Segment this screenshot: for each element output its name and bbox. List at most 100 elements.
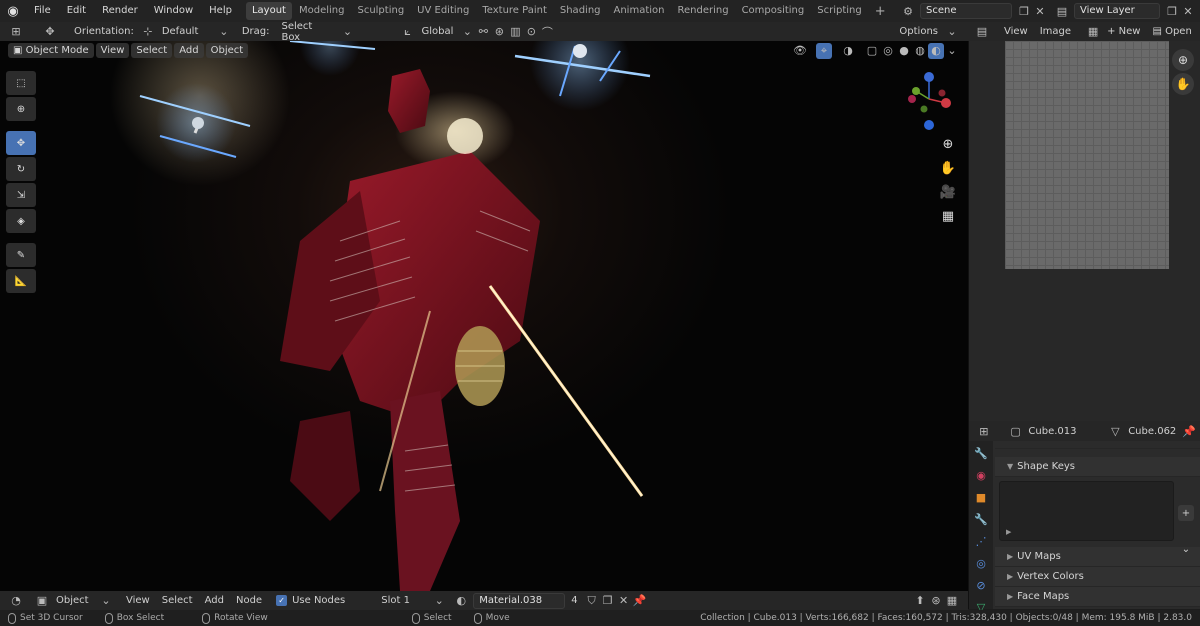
- image-menu-view[interactable]: View: [998, 26, 1034, 37]
- close-view-layer-icon[interactable]: ✕: [1180, 3, 1196, 19]
- material-shading-icon[interactable]: ◍: [912, 43, 928, 59]
- add-shape-key-icon[interactable]: +: [1178, 505, 1194, 521]
- image-browse-icon[interactable]: ▦: [1085, 24, 1101, 40]
- scene-field[interactable]: Scene: [920, 3, 1012, 19]
- measure-tool-icon[interactable]: 📐: [6, 269, 36, 293]
- tab-scripting[interactable]: Scripting: [811, 2, 867, 20]
- slot-dropdown[interactable]: Slot 1: [375, 595, 431, 606]
- falloff-icon[interactable]: ⌒: [539, 24, 555, 40]
- open-image-button[interactable]: ▤ Open: [1146, 26, 1197, 37]
- pin-icon[interactable]: 📌: [632, 593, 648, 609]
- menu-file[interactable]: File: [26, 0, 59, 22]
- mode-dropdown[interactable]: ▣ Object Mode: [8, 43, 94, 58]
- navigation-gizmo[interactable]: [904, 71, 954, 131]
- tab-uv-editing[interactable]: UV Editing: [411, 2, 475, 20]
- tab-animation[interactable]: Animation: [608, 2, 671, 20]
- shader-menu-node[interactable]: Node: [230, 595, 268, 606]
- shader-menu-add[interactable]: Add: [199, 595, 230, 606]
- editor-type-icon[interactable]: ⊞: [8, 24, 24, 40]
- view-layer-icon[interactable]: ▤: [1054, 3, 1070, 19]
- shader-menu-select[interactable]: Select: [156, 595, 199, 606]
- properties-type-icon[interactable]: ⊞: [977, 423, 991, 439]
- image-pan-hand-icon[interactable]: ✋: [1172, 73, 1194, 95]
- menu-view[interactable]: View: [95, 43, 130, 58]
- tab-modeling[interactable]: Modeling: [293, 2, 351, 20]
- blender-logo-icon[interactable]: ◉: [0, 4, 26, 19]
- shape-keys-list[interactable]: ▶: [999, 481, 1174, 541]
- transform-space-dropdown[interactable]: Global: [415, 26, 459, 37]
- zoom-icon[interactable]: ⊕: [936, 132, 960, 156]
- visibility-eye-icon[interactable]: 👁: [792, 43, 808, 59]
- overlay-icon[interactable]: ◑: [840, 43, 856, 59]
- object-tab-icon[interactable]: ■: [971, 487, 991, 507]
- unlink-material-icon[interactable]: ✕: [616, 593, 632, 609]
- ortho-grid-icon[interactable]: ▦: [936, 204, 960, 228]
- image-editor[interactable]: ⊕ ✋: [968, 41, 1200, 421]
- view-layer-field[interactable]: View Layer: [1074, 3, 1160, 19]
- tab-rendering[interactable]: Rendering: [671, 2, 734, 20]
- add-workspace-icon[interactable]: +: [869, 4, 892, 19]
- scene-tab-icon[interactable]: ◉: [971, 465, 991, 485]
- menu-render[interactable]: Render: [94, 0, 146, 22]
- image-zoom-icon[interactable]: ⊕: [1172, 49, 1194, 71]
- shape-keys-panel[interactable]: ▼ Shape Keys: [995, 457, 1200, 477]
- snap-icon[interactable]: ⊛: [491, 24, 507, 40]
- constraints-tab-icon[interactable]: ⊘: [971, 575, 991, 595]
- menu-add[interactable]: Add: [174, 43, 204, 58]
- annotate-tool-icon[interactable]: ✎: [6, 243, 36, 267]
- tab-texture-paint[interactable]: Texture Paint: [476, 2, 553, 20]
- solid-shading-icon[interactable]: ●: [896, 43, 912, 59]
- 3d-viewport[interactable]: ⬚ ⊕ ✥ ↻ ⇲ ◈ ✎ 📐 ⊕ ✋ 🎥 ▦: [0, 41, 968, 591]
- snap-toggle-icon[interactable]: ⊛: [928, 593, 944, 609]
- list-expand-icon[interactable]: ▶: [1006, 528, 1011, 536]
- vertex-colors-panel[interactable]: ▶ Vertex Colors: [995, 567, 1200, 587]
- fake-user-shield-icon[interactable]: ⛉: [584, 593, 600, 609]
- face-maps-panel[interactable]: ▶ Face Maps: [995, 587, 1200, 607]
- xray-icon[interactable]: ▢: [864, 43, 880, 59]
- pan-hand-icon[interactable]: ✋: [936, 156, 960, 180]
- image-menu-image[interactable]: Image: [1034, 26, 1077, 37]
- shader-menu-view[interactable]: View: [120, 595, 156, 606]
- scale-tool-icon[interactable]: ⇲: [6, 183, 36, 207]
- menu-window[interactable]: Window: [146, 0, 201, 22]
- transform-tool-icon[interactable]: ◈: [6, 209, 36, 233]
- copy-scene-icon[interactable]: ❐: [1016, 3, 1032, 19]
- modifier-tab-icon[interactable]: 🔧: [971, 509, 991, 529]
- proportional-edit-icon[interactable]: ⊙: [523, 24, 539, 40]
- pin-icon[interactable]: 📌: [1182, 423, 1196, 439]
- camera-icon[interactable]: 🎥: [936, 180, 960, 204]
- duplicate-material-icon[interactable]: ❐: [600, 593, 616, 609]
- new-image-button[interactable]: + New: [1101, 26, 1146, 37]
- material-browse-icon[interactable]: ◐: [453, 593, 469, 609]
- scene-icon[interactable]: ⚙: [900, 3, 916, 19]
- copy-view-layer-icon[interactable]: ❐: [1164, 3, 1180, 19]
- snap-target-icon[interactable]: ▥: [507, 24, 523, 40]
- particles-tab-icon[interactable]: ⋰: [971, 531, 991, 551]
- move-tool-icon[interactable]: ✥: [6, 131, 36, 155]
- rotate-tool-icon[interactable]: ↻: [6, 157, 36, 181]
- wireframe-shading-icon[interactable]: ◎: [880, 43, 896, 59]
- tab-compositing[interactable]: Compositing: [736, 2, 811, 20]
- tool-tab-icon[interactable]: 🔧: [971, 443, 991, 463]
- menu-select[interactable]: Select: [131, 43, 173, 58]
- image-editor-type-icon[interactable]: ▤: [974, 24, 990, 40]
- gizmo-toggle-icon[interactable]: ⌖: [816, 42, 832, 59]
- drag-dropdown[interactable]: Select Box: [275, 21, 339, 43]
- tab-sculpting[interactable]: Sculpting: [351, 2, 410, 20]
- snap-mode-icon[interactable]: ▦: [944, 593, 960, 609]
- tab-layout[interactable]: Layout: [245, 2, 292, 20]
- parent-node-tree-icon[interactable]: ⬆: [912, 593, 928, 609]
- shader-context-dropdown[interactable]: Object: [50, 595, 98, 606]
- shader-editor-type-icon[interactable]: ◔: [8, 593, 24, 609]
- material-name-field[interactable]: Material.038: [473, 592, 566, 609]
- menu-object[interactable]: Object: [205, 43, 249, 58]
- tab-shading[interactable]: Shading: [554, 2, 607, 20]
- cursor-tool-icon[interactable]: ⊕: [6, 97, 36, 121]
- options-dropdown[interactable]: Options: [893, 26, 944, 37]
- orientation-dropdown[interactable]: Default: [156, 26, 216, 37]
- shading-options-icon[interactable]: ⌄: [944, 43, 960, 59]
- physics-tab-icon[interactable]: ◎: [971, 553, 991, 573]
- menu-edit[interactable]: Edit: [59, 0, 94, 22]
- menu-help[interactable]: Help: [201, 0, 240, 22]
- material-user-count[interactable]: 4: [565, 595, 583, 606]
